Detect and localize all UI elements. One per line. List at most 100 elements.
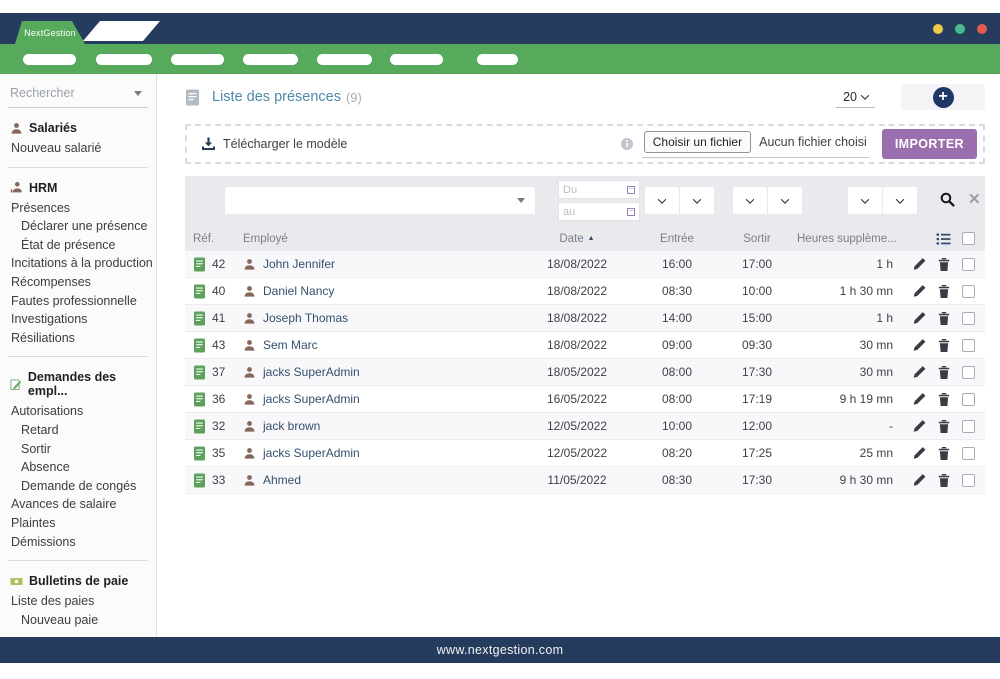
entry-hour-select[interactable]: [645, 187, 679, 214]
overtime-hour-select[interactable]: [848, 187, 882, 214]
employee-filter-select[interactable]: [225, 187, 535, 214]
ref-value: 32: [212, 419, 225, 433]
row-checkbox[interactable]: [962, 258, 975, 271]
edit-icon[interactable]: [912, 365, 926, 379]
sidebar-item-declarer-presence[interactable]: Déclarer une présence: [8, 217, 148, 236]
import-button[interactable]: IMPORTER: [882, 129, 977, 159]
employee-link[interactable]: Daniel Nancy: [263, 284, 334, 298]
row-checkbox[interactable]: [962, 393, 975, 406]
sidebar-item-plaintes[interactable]: Plaintes: [8, 514, 148, 533]
sidebar-item-avances-salaire[interactable]: Avances de salaire: [8, 495, 148, 514]
nav-item-placeholder[interactable]: [390, 54, 443, 65]
row-checkbox[interactable]: [962, 339, 975, 352]
edit-icon[interactable]: [912, 311, 926, 325]
sidebar-item-nouveau-paie[interactable]: Nouveau paie: [8, 611, 148, 630]
sidebar-item-presences[interactable]: Présences: [8, 199, 148, 218]
table-row: 37 jacks SuperAdmin 18/05/2022 08:00 17:…: [185, 359, 985, 386]
sidebar-item-sortir[interactable]: Sortir: [8, 440, 148, 459]
sidebar-item-recompenses[interactable]: Récompenses: [8, 273, 148, 292]
employee-link[interactable]: Sem Marc: [263, 338, 318, 352]
delete-icon[interactable]: [937, 284, 951, 299]
calendar-icon[interactable]: [627, 186, 635, 194]
row-checkbox[interactable]: [962, 312, 975, 325]
delete-icon[interactable]: [937, 446, 951, 461]
employee-link[interactable]: Ahmed: [263, 473, 301, 487]
overtime-minute-select[interactable]: [883, 187, 917, 214]
delete-icon[interactable]: [937, 473, 951, 488]
nav-item-placeholder[interactable]: [96, 54, 152, 65]
sidebar-item-resiliations[interactable]: Résiliations: [8, 329, 148, 348]
sidebar-item-incitations[interactable]: Incitations à la production: [8, 254, 148, 273]
edit-icon[interactable]: [912, 419, 926, 433]
nav-item-placeholder[interactable]: [243, 54, 298, 65]
row-checkbox[interactable]: [962, 447, 975, 460]
add-button[interactable]: +: [933, 87, 954, 108]
row-checkbox[interactable]: [962, 474, 975, 487]
exit-hour-select[interactable]: [733, 187, 767, 214]
hrm-icon: [10, 181, 23, 194]
select-all-checkbox[interactable]: [962, 232, 975, 245]
date-to-input[interactable]: [563, 206, 618, 218]
attendance-doc-icon: [193, 365, 206, 380]
nav-item-placeholder[interactable]: [317, 54, 372, 65]
entry-minute-select[interactable]: [680, 187, 714, 214]
choose-file-button[interactable]: Choisir un fichier: [644, 131, 751, 153]
employee-link[interactable]: John Jennifer: [263, 257, 335, 271]
sidebar-item-fautes[interactable]: Fautes professionnelle: [8, 292, 148, 311]
nav-item-placeholder[interactable]: [23, 54, 76, 65]
date-from-input[interactable]: [563, 184, 618, 196]
chevron-down-icon: [134, 91, 142, 96]
app-window: NextGestion Rechercher Salariés: [0, 0, 1000, 679]
sidebar-item-investigations[interactable]: Investigations: [8, 310, 148, 329]
edit-icon[interactable]: [912, 338, 926, 352]
footer: www.nextgestion.com: [0, 637, 1000, 663]
divider: [8, 356, 148, 357]
delete-icon[interactable]: [937, 419, 951, 434]
delete-icon[interactable]: [937, 311, 951, 326]
brand-tab[interactable]: NextGestion: [15, 21, 85, 44]
col-ref: Réf.: [185, 233, 235, 245]
delete-icon[interactable]: [937, 257, 951, 272]
edit-icon[interactable]: [912, 473, 926, 487]
person-icon: [243, 312, 256, 325]
minimize-dot[interactable]: [933, 24, 943, 34]
edit-icon[interactable]: [912, 257, 926, 271]
close-dot[interactable]: [977, 24, 987, 34]
sidebar-item-nouveau-salarie[interactable]: Nouveau salarié: [8, 139, 148, 158]
sidebar-item-absence[interactable]: Absence: [8, 458, 148, 477]
employee-link[interactable]: jacks SuperAdmin: [263, 392, 360, 406]
edit-icon[interactable]: [912, 284, 926, 298]
sidebar-item-retard[interactable]: Retard: [8, 421, 148, 440]
col-date-sort[interactable]: Date ▲: [517, 233, 637, 245]
clear-filters-icon[interactable]: ✕: [968, 190, 981, 208]
search-icon[interactable]: [940, 192, 955, 207]
maximize-dot[interactable]: [955, 24, 965, 34]
nav-item-placeholder[interactable]: [477, 54, 518, 65]
delete-icon[interactable]: [937, 338, 951, 353]
employee-link[interactable]: jacks SuperAdmin: [263, 446, 360, 460]
sidebar-item-etat-presence[interactable]: État de présence: [8, 236, 148, 255]
delete-icon[interactable]: [937, 392, 951, 407]
sidebar-item-autorisations[interactable]: Autorisations: [8, 402, 148, 421]
row-checkbox[interactable]: [962, 420, 975, 433]
sidebar-search-select[interactable]: Rechercher: [8, 84, 148, 108]
list-icon[interactable]: [936, 232, 951, 246]
edit-icon[interactable]: [912, 446, 926, 460]
employee-link[interactable]: jack brown: [263, 419, 320, 433]
delete-icon[interactable]: [937, 365, 951, 380]
employee-link[interactable]: jacks SuperAdmin: [263, 365, 360, 379]
inactive-tab[interactable]: [83, 21, 160, 41]
download-template-link[interactable]: Télécharger le modèle: [201, 137, 347, 151]
edit-icon[interactable]: [912, 392, 926, 406]
sidebar-item-demande-conges[interactable]: Demande de congés: [8, 477, 148, 496]
row-checkbox[interactable]: [962, 285, 975, 298]
page-size-select[interactable]: 20: [836, 87, 875, 108]
calendar-icon[interactable]: [627, 208, 635, 216]
nav-item-placeholder[interactable]: [171, 54, 224, 65]
row-checkbox[interactable]: [962, 366, 975, 379]
sidebar-item-liste-paies[interactable]: Liste des paies: [8, 592, 148, 611]
date-value: 12/05/2022: [517, 419, 637, 433]
employee-link[interactable]: Joseph Thomas: [263, 311, 348, 325]
sidebar-item-demissions[interactable]: Démissions: [8, 533, 148, 552]
exit-minute-select[interactable]: [768, 187, 802, 214]
